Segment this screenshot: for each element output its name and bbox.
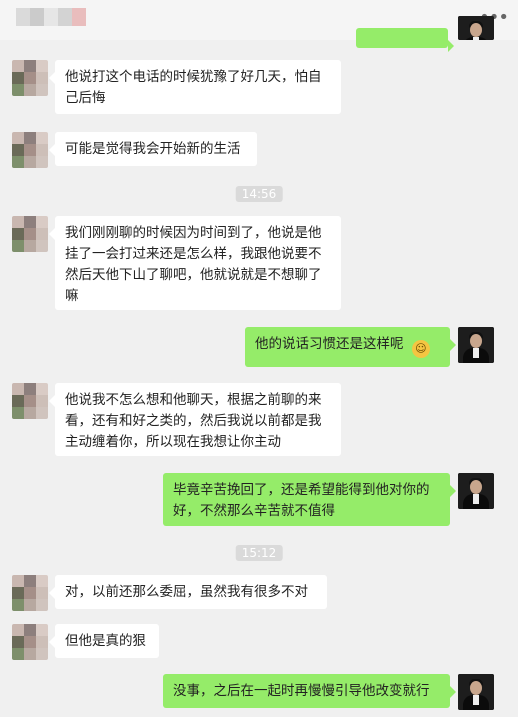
message-incoming: 我们刚刚聊的时候因为时间到了，他说是他挂了一会打过来还是怎么样，我跟他说要不然后… — [0, 216, 518, 316]
incoming-bubble[interactable]: 对，以前还那么委屈，虽然我有很多不对 — [49, 575, 327, 609]
message-outgoing-partial — [0, 16, 518, 52]
message-outgoing: 没事，之后在一起时再慢慢引导他改变就行 — [0, 674, 518, 714]
contact-avatar[interactable] — [12, 216, 48, 252]
message-incoming: 他说我不怎么想和他聊天，根据之前聊的来看，还有和好之类的，然后我说以前都是我主动… — [0, 383, 518, 463]
incoming-bubble[interactable]: 他说我不怎么想和他聊天，根据之前聊的来看，还有和好之类的，然后我说以前都是我主动… — [49, 383, 341, 456]
outgoing-bubble[interactable] — [356, 28, 454, 52]
message-outgoing: 他的说话习惯还是这样呢 ☺ — [0, 327, 518, 371]
message-incoming: 对，以前还那么委屈，虽然我有很多不对 — [0, 575, 518, 615]
my-avatar[interactable] — [458, 327, 494, 363]
timestamp: 15:12 — [235, 545, 283, 561]
message-list: 他说打这个电话的时候犹豫了好几天，怕自己后悔 可能是觉得我会开始新的生活 14:… — [0, 16, 518, 717]
incoming-bubble[interactable]: 但他是真的狠 — [49, 624, 159, 658]
my-avatar[interactable] — [458, 16, 494, 40]
contact-avatar[interactable] — [12, 575, 48, 611]
outgoing-bubble[interactable]: 没事，之后在一起时再慢慢引导他改变就行 — [163, 674, 456, 708]
my-avatar[interactable] — [458, 674, 494, 710]
incoming-bubble[interactable]: 可能是觉得我会开始新的生活 — [49, 132, 257, 166]
message-incoming: 可能是觉得我会开始新的生活 — [0, 132, 518, 172]
outgoing-bubble[interactable]: 毕竟辛苦挽回了，还是希望能得到他对你的好，不然那么辛苦就不值得 — [163, 473, 456, 526]
contact-avatar[interactable] — [12, 383, 48, 419]
contact-avatar[interactable] — [12, 132, 48, 168]
message-outgoing: 毕竟辛苦挽回了，还是希望能得到他对你的好，不然那么辛苦就不值得 — [0, 473, 518, 529]
incoming-bubble[interactable]: 他说打这个电话的时候犹豫了好几天，怕自己后悔 — [49, 60, 341, 114]
incoming-bubble[interactable]: 我们刚刚聊的时候因为时间到了，他说是他挂了一会打过来还是怎么样，我跟他说要不然后… — [49, 216, 341, 310]
outgoing-text: 他的说话习惯还是这样呢 — [255, 336, 404, 352]
contact-name-mosaic — [16, 8, 86, 26]
timestamp: 14:56 — [235, 186, 283, 202]
my-avatar[interactable] — [458, 473, 494, 509]
thinking-face-icon: ☺ — [411, 340, 430, 358]
contact-avatar[interactable] — [12, 624, 48, 660]
contact-avatar[interactable] — [12, 60, 48, 96]
message-incoming: 但他是真的狠 — [0, 624, 518, 664]
message-incoming: 他说打这个电话的时候犹豫了好几天，怕自己后悔 — [0, 60, 518, 120]
outgoing-bubble[interactable]: 他的说话习惯还是这样呢 ☺ — [245, 327, 456, 367]
